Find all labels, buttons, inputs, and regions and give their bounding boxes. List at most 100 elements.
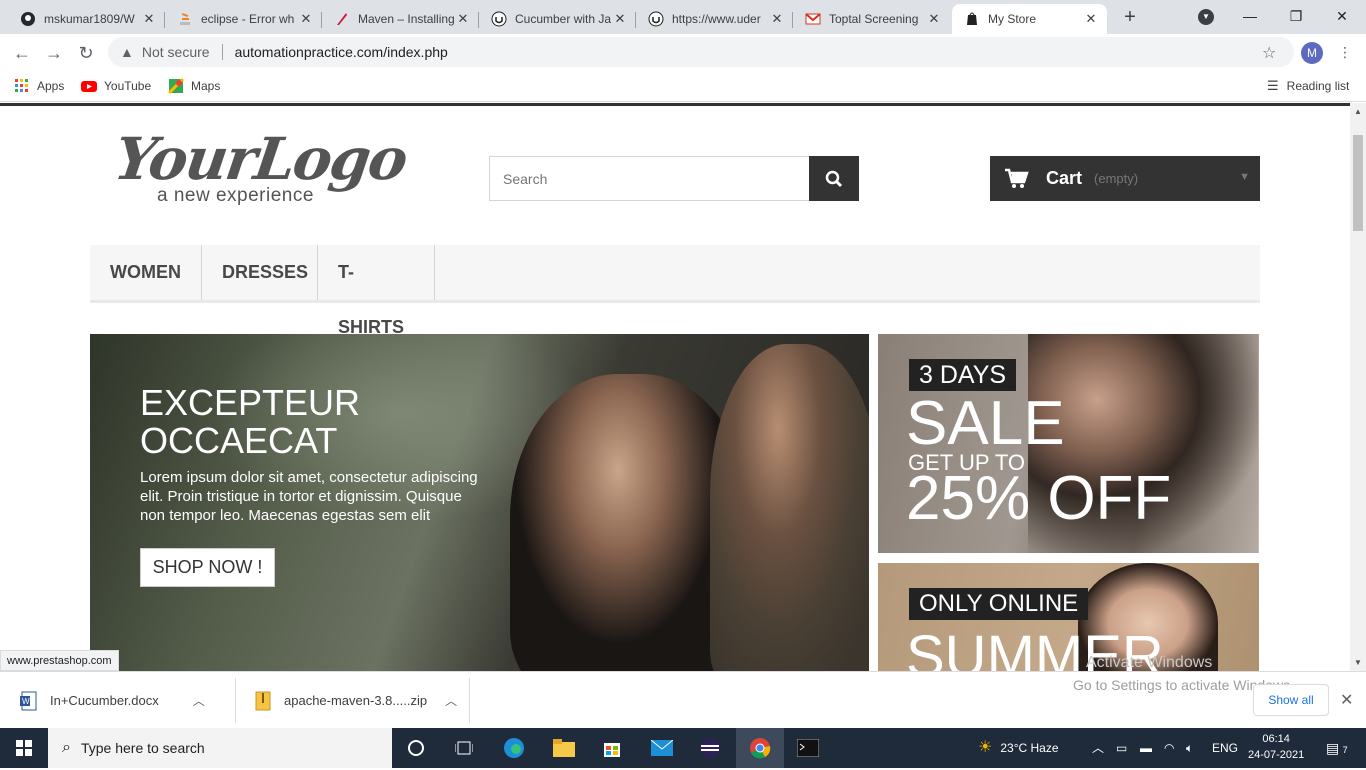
shop-now-button[interactable]: SHOP NOW ! bbox=[140, 548, 275, 587]
close-tab-icon[interactable]: ✕ bbox=[612, 11, 628, 27]
restore-icon[interactable]: ❐ bbox=[1286, 6, 1306, 26]
close-tab-icon[interactable]: ✕ bbox=[298, 11, 314, 27]
file-explorer-icon[interactable] bbox=[540, 728, 588, 768]
security-label[interactable]: Not secure bbox=[142, 44, 210, 60]
scroll-down-arrow-icon[interactable]: ▼ bbox=[1354, 658, 1362, 667]
tab-title: eclipse - Error wh bbox=[201, 12, 295, 26]
microsoft-store-icon[interactable] bbox=[588, 728, 636, 768]
menu-item-tshirts[interactable]: T-SHIRTS bbox=[318, 245, 435, 337]
notifications-button[interactable]: ▤ 7 bbox=[1326, 728, 1348, 768]
profile-avatar[interactable]: M bbox=[1301, 42, 1323, 64]
show-hidden-icons-chevron[interactable]: ︿ bbox=[1092, 728, 1104, 768]
zip-archive-icon bbox=[255, 691, 271, 710]
reading-list[interactable]: ☰ Reading list bbox=[1267, 78, 1349, 94]
forward-arrow-icon[interactable]: → bbox=[42, 41, 66, 65]
homepage-slider[interactable]: EXCEPTEUR OCCAECAT Lorem ipsum dolor sit … bbox=[90, 334, 869, 671]
back-arrow-icon[interactable]: ← bbox=[10, 41, 34, 65]
menu-item-women[interactable]: WOMEN bbox=[90, 245, 202, 300]
stackoverflow-icon bbox=[177, 11, 193, 27]
logo-tagline: a new experience bbox=[157, 185, 314, 206]
browser-tab-strip: mskumar1809/W ✕ eclipse - Error wh ✕ Mav… bbox=[0, 0, 1366, 34]
bookmark-youtube[interactable]: YouTube bbox=[81, 78, 151, 94]
web-page: YourLogo a new experience Cart (empty) ▼… bbox=[0, 103, 1350, 671]
browser-tab-active[interactable]: My Store ✕ bbox=[952, 4, 1107, 34]
bookmark-maps[interactable]: Maps bbox=[168, 78, 220, 94]
tab-title: My Store bbox=[988, 12, 1037, 26]
bookmark-apps[interactable]: Apps bbox=[14, 78, 64, 94]
minimize-icon[interactable]: — bbox=[1240, 6, 1260, 26]
menu-item-dresses[interactable]: DRESSES bbox=[202, 245, 318, 300]
download-item[interactable]: W In+Cucumber.docx ︿ bbox=[20, 678, 236, 723]
cart-status: (empty) bbox=[1094, 171, 1139, 186]
warning-icon[interactable]: ▲ bbox=[120, 44, 134, 60]
browser-tab[interactable]: Toptal Screening ✕ bbox=[793, 4, 950, 34]
mail-icon[interactable] bbox=[638, 728, 686, 768]
kebab-menu-icon[interactable]: ⋮ bbox=[1338, 44, 1352, 61]
reading-list-label: Reading list bbox=[1286, 79, 1350, 93]
start-button[interactable] bbox=[0, 728, 48, 768]
store-icon bbox=[964, 11, 980, 27]
url-text[interactable]: automationpractice.com/index.php bbox=[235, 44, 448, 60]
close-tab-icon[interactable]: ✕ bbox=[455, 11, 471, 27]
system-clock[interactable]: 06:14 24-07-2021 bbox=[1248, 731, 1304, 763]
cart-label: Cart bbox=[1046, 168, 1083, 188]
wifi-icon[interactable]: ◠ bbox=[1164, 728, 1174, 768]
browser-tab[interactable]: Maven – Installing ✕ bbox=[322, 4, 479, 34]
close-tab-icon[interactable]: ✕ bbox=[1083, 11, 1099, 27]
tab-search-icon[interactable]: ▼ bbox=[1198, 9, 1214, 25]
download-item[interactable]: apache-maven-3.8.....zip ︿ bbox=[254, 678, 470, 723]
logo-main-text: YourLogo bbox=[110, 125, 411, 193]
udemy-icon bbox=[491, 11, 507, 27]
search-button[interactable] bbox=[809, 156, 859, 201]
close-tab-icon[interactable]: ✕ bbox=[141, 11, 157, 27]
tab-title: Cucumber with Ja bbox=[515, 12, 612, 26]
browser-tab[interactable]: https://www.uder ✕ bbox=[636, 4, 793, 34]
new-tab-button[interactable]: + bbox=[1118, 6, 1142, 30]
download-filename: In+Cucumber.docx bbox=[50, 693, 159, 708]
page-scrollbar[interactable]: ▲ ▼ bbox=[1350, 103, 1366, 671]
store-logo[interactable]: YourLogo a new experience bbox=[110, 125, 410, 209]
edge-browser-icon[interactable] bbox=[490, 728, 538, 768]
word-doc-icon: W bbox=[20, 691, 37, 710]
browser-tab[interactable]: mskumar1809/W ✕ bbox=[8, 4, 165, 34]
weather-widget[interactable]: ☀ 23°C Haze bbox=[978, 728, 1059, 768]
search-input[interactable] bbox=[489, 156, 810, 201]
address-bar[interactable]: ▲ Not secure automationpractice.com/inde… bbox=[108, 37, 1294, 67]
gmail-icon bbox=[805, 11, 821, 27]
bookmarks-bar: Apps YouTube Maps ☰ Reading list bbox=[0, 72, 1366, 102]
tab-title: https://www.uder bbox=[672, 12, 761, 26]
browser-tab[interactable]: eclipse - Error wh ✕ bbox=[165, 4, 322, 34]
chevron-up-icon[interactable]: ︿ bbox=[193, 692, 205, 709]
browser-tab[interactable]: Cucumber with Ja ✕ bbox=[479, 4, 636, 34]
device-icon[interactable]: ▭ bbox=[1116, 728, 1127, 768]
language-indicator[interactable]: ENG bbox=[1212, 728, 1238, 768]
taskbar-search-box[interactable]: ⌕ Type here to search bbox=[48, 728, 392, 768]
maven-feather-icon bbox=[334, 11, 350, 27]
scrollbar-thumb[interactable] bbox=[1353, 135, 1363, 231]
bookmark-star-icon[interactable]: ☆ bbox=[1262, 43, 1276, 63]
cortana-icon[interactable] bbox=[392, 728, 440, 768]
banner-tag: 3 DAYS bbox=[909, 359, 1017, 391]
apps-grid-icon bbox=[15, 79, 28, 92]
eclipse-icon[interactable] bbox=[686, 728, 734, 768]
scroll-up-arrow-icon[interactable]: ▲ bbox=[1354, 107, 1362, 116]
battery-icon[interactable]: ▬ bbox=[1140, 728, 1152, 768]
reload-icon[interactable]: ↻ bbox=[74, 41, 98, 65]
command-prompt-icon[interactable] bbox=[784, 728, 832, 768]
shopping-cart-icon bbox=[1005, 168, 1029, 188]
chevron-up-icon[interactable]: ︿ bbox=[445, 692, 457, 709]
banner-discount-text: 25% OFF bbox=[906, 464, 1172, 533]
volume-icon[interactable]: 🔈︎ bbox=[1186, 728, 1193, 768]
window-close-icon[interactable]: ✕ bbox=[1332, 6, 1352, 26]
show-all-downloads-button[interactable]: Show all bbox=[1253, 684, 1329, 716]
close-tab-icon[interactable]: ✕ bbox=[769, 11, 785, 27]
close-shelf-icon[interactable]: ✕ bbox=[1340, 690, 1353, 710]
task-view-icon[interactable] bbox=[440, 728, 488, 768]
chrome-icon[interactable] bbox=[736, 728, 784, 768]
weather-haze-icon: ☀ bbox=[978, 739, 993, 756]
bookmark-label: YouTube bbox=[104, 79, 152, 93]
tab-title: mskumar1809/W bbox=[44, 12, 135, 26]
close-tab-icon[interactable]: ✕ bbox=[926, 11, 942, 27]
cart-button[interactable]: Cart (empty) ▼ bbox=[990, 156, 1260, 201]
promo-banner-sale[interactable]: 3 DAYS SALE GET UP TO 25% OFF bbox=[878, 334, 1259, 553]
